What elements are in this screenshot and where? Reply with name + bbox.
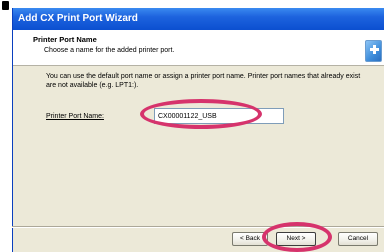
bullet-mark	[2, 1, 9, 10]
cancel-button[interactable]: Cancel	[338, 232, 378, 246]
wizard-add-icon	[365, 40, 382, 62]
title-bar[interactable]: Add CX Print Port Wizard	[13, 8, 384, 30]
wizard-header: Printer Port Name Choose a name for the …	[13, 30, 384, 66]
plus-icon	[370, 45, 379, 54]
description-text: You can use the default port name or ass…	[46, 73, 361, 89]
wizard-window: Add CX Print Port Wizard Printer Port Na…	[12, 8, 384, 252]
screenshot-stage: Add CX Print Port Wizard Printer Port Na…	[0, 0, 384, 252]
highlight-ring-port-name	[140, 99, 262, 129]
header-subtitle: Choose a name for the added printer port…	[44, 47, 175, 54]
port-name-label: Printer Port Name:	[46, 113, 104, 120]
highlight-ring-next	[262, 222, 332, 252]
header-title: Printer Port Name	[33, 35, 97, 44]
button-divider	[12, 226, 384, 228]
